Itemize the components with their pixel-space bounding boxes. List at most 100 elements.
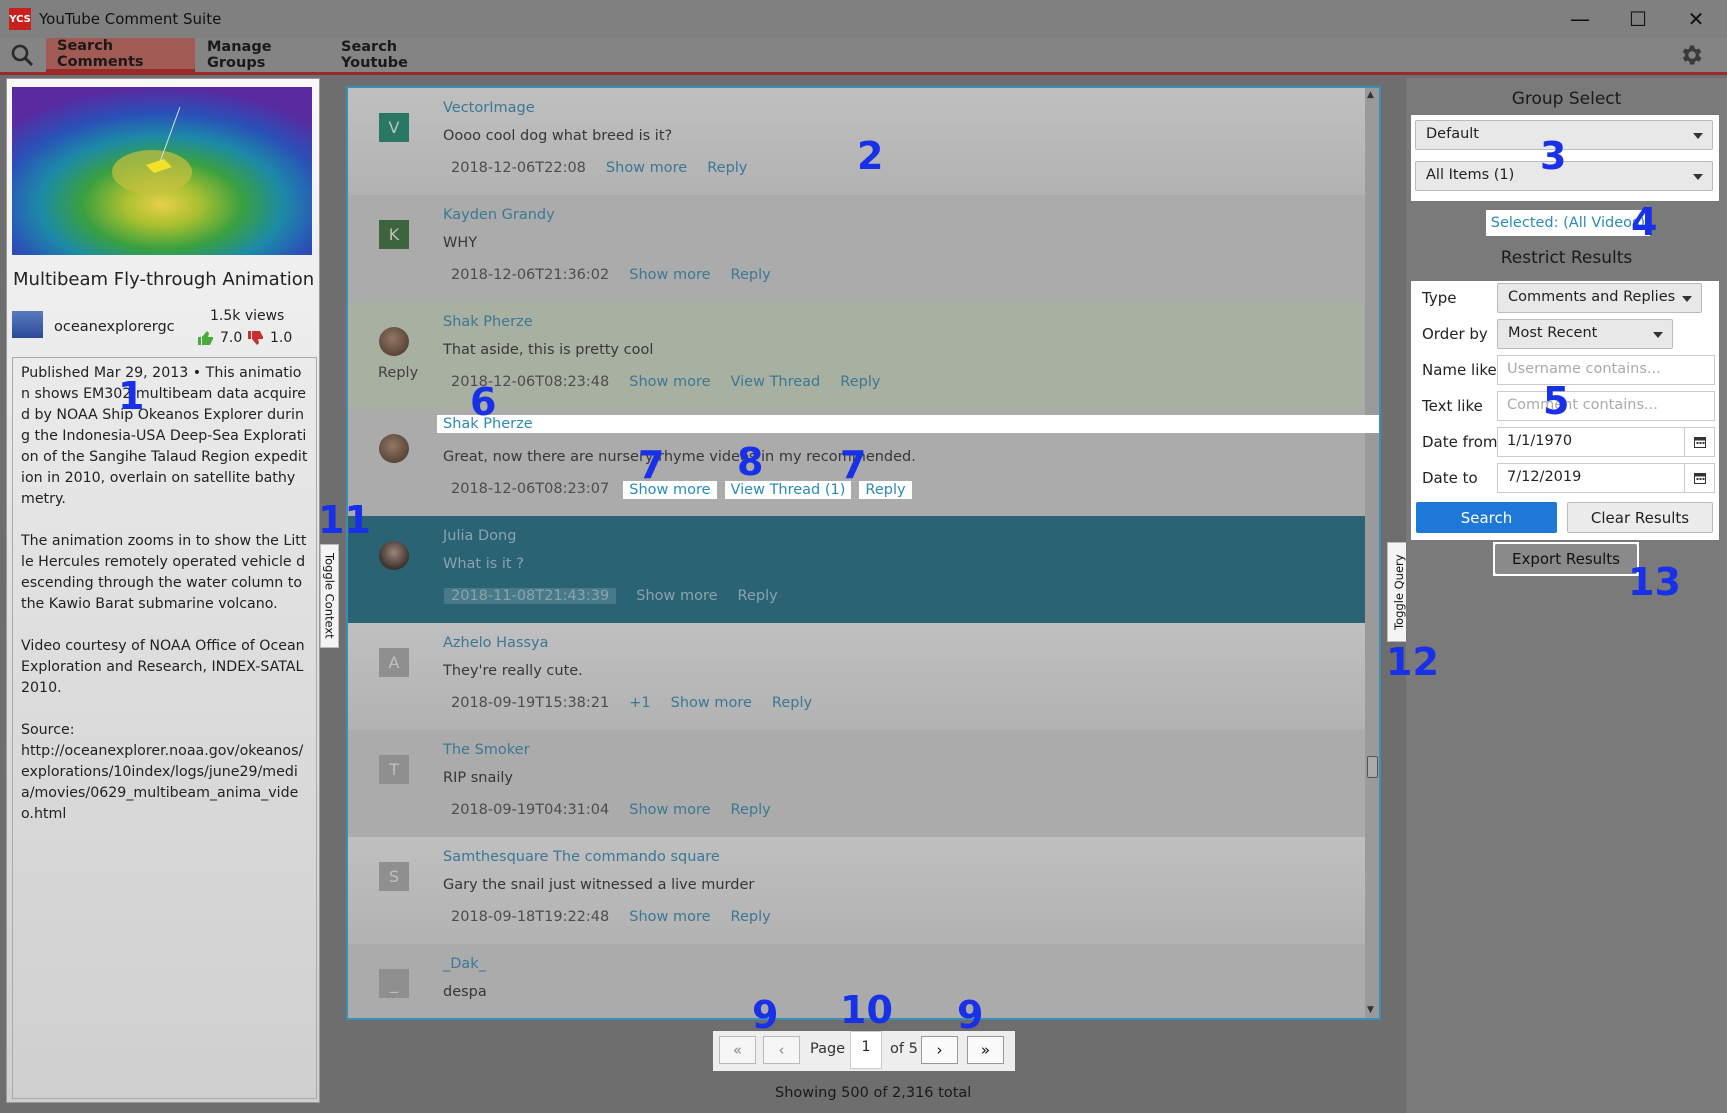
channel-name[interactable]: oceanexplorergc [54,319,175,335]
comment-item-selected[interactable]: Julia Dong What is it ? 2018-11-08T21:43… [348,516,1365,623]
chevron-down-icon [1693,174,1703,180]
annotation-number: 6 [470,380,497,424]
reply-link[interactable]: Reply [859,481,912,499]
comment-avatar[interactable] [379,541,409,570]
comment-text: That aside, this is pretty cool [443,342,654,358]
video-thumbnail[interactable] [12,87,312,255]
first-page-button[interactable]: « [719,1036,756,1064]
name-like-input[interactable]: Username contains... [1497,355,1715,385]
annotation-number: 4 [1631,200,1658,244]
comment-date: 2018-12-06T21:36:02 [451,267,610,283]
reply-link[interactable]: Reply [707,160,747,176]
annotation-number: 9 [752,993,779,1037]
clear-results-button[interactable]: Clear Results [1567,502,1713,533]
video-title[interactable]: Multibeam Fly-through Animation Of [13,269,318,290]
tab-search-youtube[interactable]: Search Youtube [330,38,466,72]
search-icon[interactable] [10,43,34,67]
comment-author[interactable]: Kayden Grandy [443,207,555,223]
comment-item[interactable]: S Samthesquare The commando square Gary … [348,837,1365,944]
comment-author[interactable]: VectorImage [443,100,535,116]
scroll-down-icon[interactable]: ▼ [1367,1005,1374,1015]
comment-author[interactable]: Julia Dong [443,528,516,544]
show-more-link[interactable]: Show more [671,695,752,711]
show-more-link[interactable]: Show more [629,267,710,283]
comment-item[interactable]: T The Smoker RIP snaily 2018-09-19T04:31… [348,730,1365,837]
comment-text: Gary the snail just witnessed a live mur… [443,877,755,893]
reply-link[interactable]: Reply [840,374,880,390]
date-from-value: 1/1/1970 [1507,433,1573,449]
page-label: Page [810,1041,846,1057]
comment-text: WHY [443,235,478,251]
reply-link[interactable]: Reply [731,909,771,925]
calendar-icon[interactable] [1684,427,1714,457]
scrollbar[interactable] [1365,88,1379,1018]
channel-avatar[interactable] [12,311,43,338]
reply-link[interactable]: Reply [772,695,812,711]
order-dropdown[interactable]: Most Recent [1497,319,1673,349]
comment-item[interactable]: A Azhelo Hassya They're really cute. 201… [348,623,1365,730]
calendar-icon[interactable] [1684,463,1714,493]
page-number-input[interactable]: 1 [850,1031,882,1069]
view-thread-link[interactable]: View Thread [731,374,821,390]
text-like-input[interactable]: Comment contains... [1497,391,1715,421]
app-logo: YCS [9,8,31,30]
comment-avatar[interactable] [379,327,409,356]
reply-link[interactable]: Reply [738,588,778,604]
chevron-down-icon [1693,133,1703,139]
scroll-thumb[interactable] [1367,756,1378,778]
comment-avatar[interactable]: _ [379,969,409,998]
prev-page-button[interactable]: ‹ [763,1036,800,1064]
selected-videos-link[interactable]: Selected: (All Videos) [1486,210,1650,236]
comment-item[interactable]: Reply Shak Pherze That aside, this is pr… [348,302,1365,409]
date-to-input[interactable]: 7/12/2019 [1497,463,1715,493]
export-results-button[interactable]: Export Results [1495,544,1637,574]
comment-author[interactable]: Azhelo Hassya [443,635,549,651]
type-dropdown[interactable]: Comments and Replies [1497,283,1702,313]
chevron-down-icon [1682,296,1692,302]
maximize-button[interactable]: ☐ [1609,0,1667,38]
reply-link[interactable]: Reply [731,802,771,818]
reply-link[interactable]: Reply [731,267,771,283]
show-more-link[interactable]: Show more [629,802,710,818]
search-button[interactable]: Search [1416,502,1557,533]
comment-avatar[interactable]: K [379,220,409,249]
toggle-context-button[interactable]: Toggle Context [320,544,339,648]
page-total: of 5 [890,1041,918,1057]
date-from-input[interactable]: 1/1/1970 [1497,427,1715,457]
show-more-link[interactable]: Show more [629,374,710,390]
minimize-button[interactable]: — [1551,0,1609,38]
comment-author[interactable]: Shak Pherze [437,415,1379,433]
export-wrapper: Export Results [1493,542,1639,576]
comment-avatar[interactable]: T [379,755,409,784]
comment-author[interactable]: Shak Pherze [443,314,533,330]
name-like-label: Name like [1422,361,1497,379]
date-from-label: Date from [1422,433,1498,451]
tab-search-comments[interactable]: Search Comments [46,38,195,72]
comment-author[interactable]: _Dak_ [443,956,486,972]
context-panel: Multibeam Fly-through Animation Of ocean… [6,78,320,1103]
annotation-number: 12 [1386,640,1439,684]
comment-avatar[interactable]: S [379,862,409,891]
gear-icon[interactable] [1678,42,1704,68]
comment-item[interactable]: K Kayden Grandy WHY 2018-12-06T21:36:02 … [348,195,1365,302]
annotation-number: 3 [1540,134,1567,178]
comment-avatar[interactable]: V [379,113,409,142]
show-more-link[interactable]: Show more [636,588,717,604]
scroll-up-icon[interactable]: ▲ [1367,90,1374,100]
description-paragraph: Published Mar 29, 2013 • This animation … [21,365,308,507]
items-dropdown-value: All Items (1) [1426,167,1515,183]
show-more-link[interactable]: Show more [629,909,710,925]
description-paragraph: The animation zooms in to show the Littl… [21,533,307,612]
last-page-button[interactable]: » [967,1036,1004,1064]
order-dropdown-value: Most Recent [1508,325,1598,341]
comment-list[interactable]: V VectorImage Oooo cool dog what breed i… [346,86,1381,1020]
show-more-link[interactable]: Show more [606,160,687,176]
close-button[interactable]: ✕ [1667,0,1725,38]
comment-avatar[interactable] [379,434,409,463]
comment-author[interactable]: The Smoker [443,742,530,758]
next-page-button[interactable]: › [921,1036,958,1064]
comment-meta: 2018-11-08T21:43:39 Show more Reply [444,588,798,604]
tab-manage-groups[interactable]: Manage Groups [196,38,332,72]
comment-avatar[interactable]: A [379,648,409,677]
comment-author[interactable]: Samthesquare The commando square [443,849,720,865]
